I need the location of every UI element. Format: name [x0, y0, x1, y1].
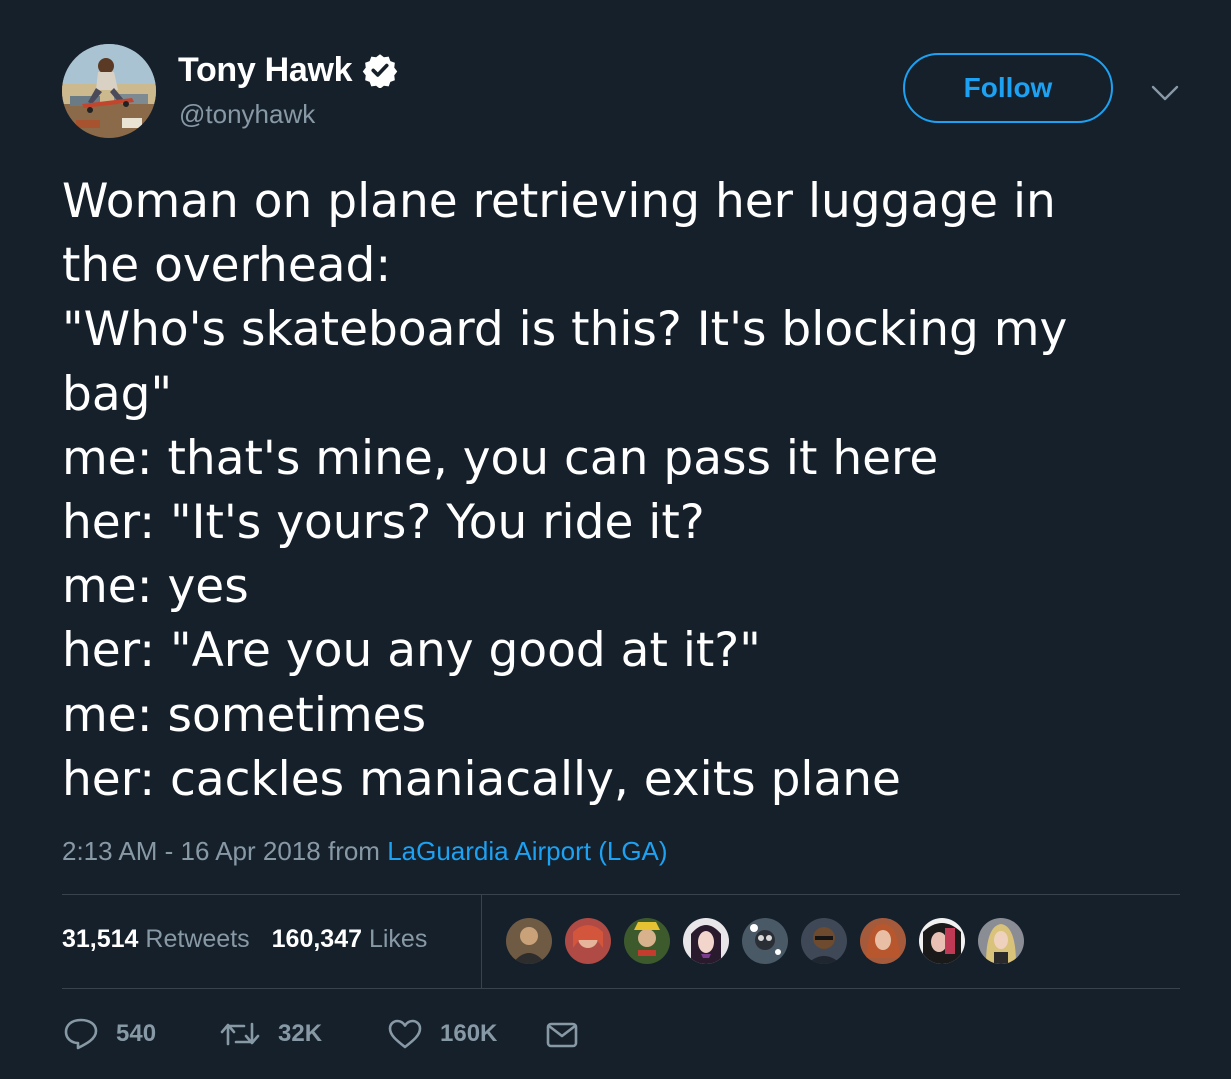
likes-stat[interactable]: 160,347 Likes	[272, 925, 428, 954]
divider	[62, 988, 1180, 989]
reply-count: 540	[116, 1020, 157, 1047]
liker-avatar-icon	[624, 918, 670, 964]
retweet-icon	[220, 1022, 260, 1046]
tweet-line: me: that's mine, you can pass it here	[62, 430, 939, 486]
follow-button[interactable]: Follow	[903, 53, 1113, 123]
tweet-line: me: yes	[62, 559, 249, 615]
tweet-line: Woman on plane retrieving her luggage in	[62, 174, 1056, 229]
liker-avatar-icon	[919, 918, 965, 964]
liker-avatar-icon	[565, 918, 611, 964]
tweet-text: Woman on plane retrieving her luggage in…	[62, 170, 1172, 812]
chevron-down-icon[interactable]	[1148, 78, 1182, 108]
liker-avatar[interactable]	[917, 916, 967, 966]
liker-avatar-icon	[506, 918, 552, 964]
user-handle[interactable]: @tonyhawk	[179, 99, 315, 130]
liker-avatar-icon	[860, 918, 906, 964]
retweet-count: 32K	[278, 1020, 323, 1047]
tweet-stats: 31,514 Retweets 160,347 Likes	[62, 925, 427, 954]
likes-label: Likes	[368, 925, 428, 953]
retweets-stat[interactable]: 31,514 Retweets	[62, 925, 250, 954]
liker-avatar[interactable]	[504, 916, 554, 966]
tweet-card: Tony Hawk @tonyhawk Follow Woman on plan…	[0, 0, 1231, 1079]
liker-avatar[interactable]	[681, 916, 731, 966]
liker-avatar[interactable]	[799, 916, 849, 966]
divider	[62, 894, 1180, 895]
liker-avatar-icon	[683, 918, 729, 964]
retweet-button[interactable]: 32K	[218, 1016, 322, 1052]
verified-badge-icon	[363, 54, 398, 88]
heart-icon	[388, 1019, 422, 1049]
liker-avatar[interactable]	[563, 916, 613, 966]
retweets-count: 31,514	[62, 925, 139, 953]
tweet-line: the overhead:	[62, 238, 392, 294]
direct-message-button[interactable]	[542, 1016, 582, 1052]
name-row: Tony Hawk	[178, 50, 398, 90]
like-count: 160K	[440, 1020, 498, 1047]
tweet-line: her: cackles maniacally, exits plane	[62, 751, 901, 807]
tweet-line: her: "It's yours? You ride it?	[62, 495, 705, 551]
location-link[interactable]: LaGuardia Airport (LGA)	[387, 836, 667, 866]
tweet-line: me: sometimes	[62, 687, 427, 743]
reply-button[interactable]: 540	[62, 1016, 156, 1052]
skateboarder-avatar-icon	[62, 44, 156, 138]
reply-icon	[64, 1018, 98, 1050]
like-button[interactable]: 160K	[386, 1016, 497, 1052]
retweets-label: Retweets	[145, 925, 250, 953]
liker-avatar[interactable]	[858, 916, 908, 966]
liker-avatar-icon	[742, 918, 788, 964]
stats-divider	[481, 894, 482, 988]
tweet-timestamp[interactable]: 2:13 AM - 16 Apr 2018	[62, 836, 321, 866]
from-label: from	[327, 836, 380, 866]
liker-avatars	[504, 916, 1026, 966]
liker-avatar-icon	[801, 918, 847, 964]
liker-avatar[interactable]	[740, 916, 790, 966]
liker-avatar-icon	[978, 918, 1024, 964]
tweet-meta: 2:13 AM - 16 Apr 2018 from LaGuardia Air…	[62, 836, 668, 867]
tweet-line: bag"	[62, 366, 173, 422]
likes-count: 160,347	[271, 925, 363, 953]
tweet-line: her: "Are you any good at it?"	[62, 623, 761, 679]
envelope-icon	[546, 1022, 578, 1048]
liker-avatar[interactable]	[622, 916, 672, 966]
liker-avatar[interactable]	[976, 916, 1026, 966]
tweet-line: "Who's skateboard is this? It's blocking…	[62, 302, 1068, 358]
user-avatar[interactable]	[62, 44, 156, 138]
display-name[interactable]: Tony Hawk	[178, 51, 353, 90]
